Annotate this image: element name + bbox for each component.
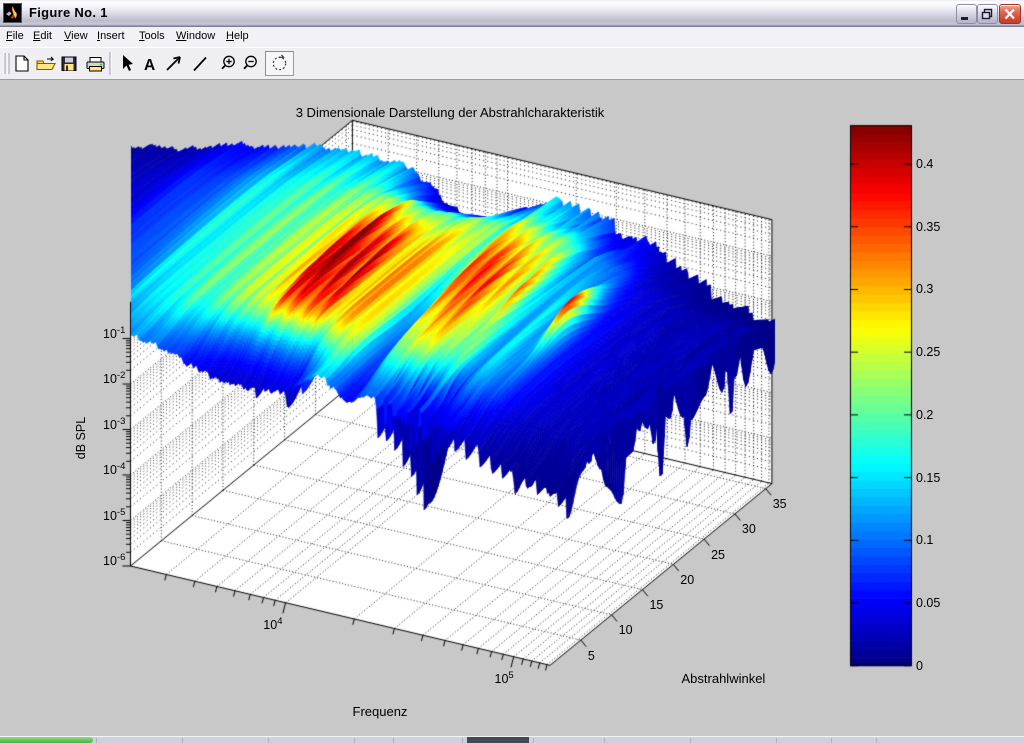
svg-text:A: A: [144, 57, 155, 74]
